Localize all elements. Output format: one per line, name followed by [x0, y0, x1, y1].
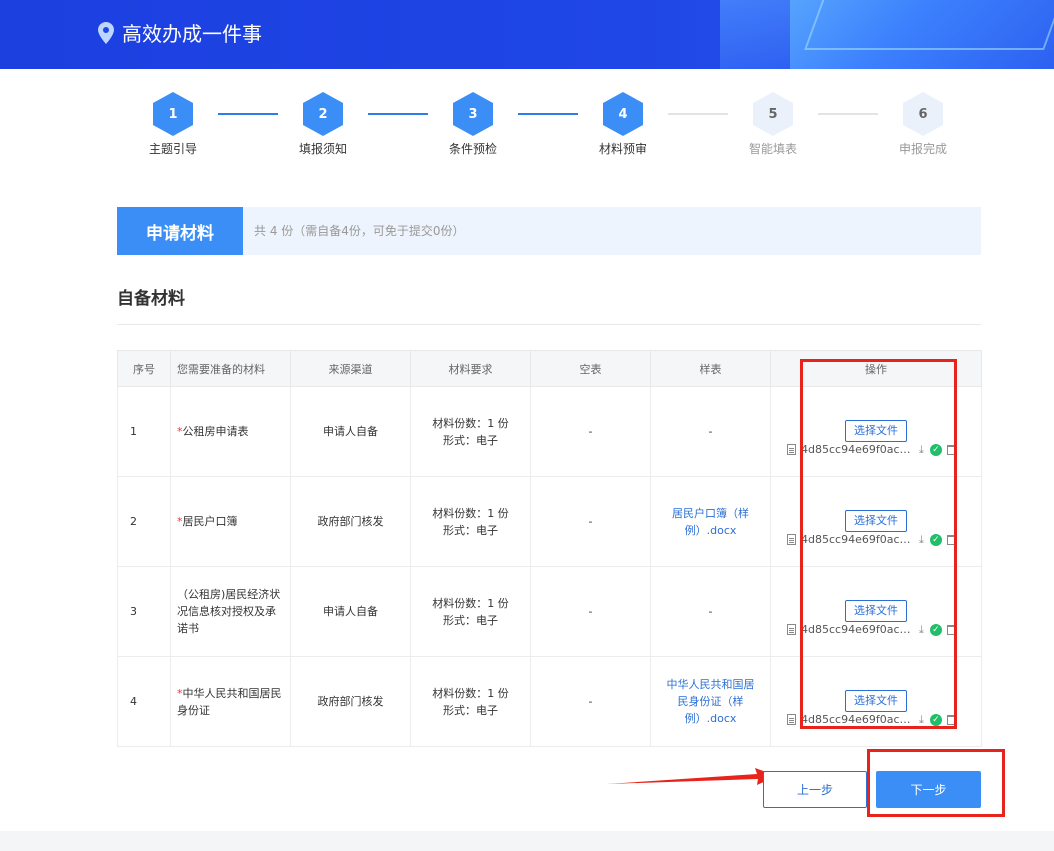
material-requirement: 材料份数：1 份形式：电子 [410, 476, 531, 567]
material-name: *居民户口簿 [170, 476, 291, 567]
req-form: 形式：电子 [443, 523, 498, 537]
material-requirement: 材料份数：1 份形式：电子 [410, 566, 531, 657]
step-number: 1 [153, 92, 193, 136]
material-name: *公租房申请表 [170, 386, 291, 477]
step-number: 5 [753, 92, 793, 136]
row-no: 1 [117, 386, 171, 477]
step-number: 2 [303, 92, 343, 136]
document-icon [787, 534, 796, 545]
step-3: 3 条件预检 [433, 92, 513, 157]
step-label: 申报完成 [898, 142, 947, 156]
footer [0, 831, 1054, 851]
step-label: 条件预检 [448, 142, 497, 156]
step-connector [668, 113, 728, 115]
step-connector [818, 113, 878, 115]
col-header-no: 序号 [117, 350, 171, 387]
req-count: 材料份数：1 份 [432, 686, 509, 700]
header-decoration [720, 0, 790, 69]
step-connector [368, 113, 428, 115]
step-number: 3 [453, 92, 493, 136]
source-channel: 政府部门核发 [290, 656, 411, 747]
materials-summary: 共 4 份（需自备4份，可免于提交0份） [254, 224, 465, 238]
req-form: 形式：电子 [443, 703, 498, 717]
sample-form: - [650, 386, 771, 477]
row-no: 3 [117, 566, 171, 657]
apply-materials-bar: 申请材料 共 4 份（需自备4份，可免于提交0份） [117, 207, 981, 255]
source-channel: 政府部门核发 [290, 476, 411, 567]
material-name-text: 中华人民共和国居民身份证 [177, 686, 282, 717]
step-2: 2 填报须知 [283, 92, 363, 157]
source-channel: 申请人自备 [290, 386, 411, 477]
col-header-source: 来源渠道 [290, 350, 411, 387]
req-count: 材料份数：1 份 [432, 416, 509, 430]
step-label: 材料预审 [598, 142, 647, 156]
req-form: 形式：电子 [443, 613, 498, 627]
col-header-material: 您需要准备的材料 [170, 350, 291, 387]
sample-form-link[interactable]: 居民户口簿（样例）.docx [650, 476, 771, 567]
blank-form: - [530, 476, 651, 567]
step-connector [218, 113, 278, 115]
step-1: 1 主题引导 [133, 92, 213, 157]
req-count: 材料份数：1 份 [432, 596, 509, 610]
page-header: 高效办成一件事 [0, 0, 1054, 69]
step-4: 4 材料预审 [583, 92, 663, 157]
step-5: 5 智能填表 [733, 92, 813, 157]
material-name-text: 居民户口簿 [182, 515, 238, 528]
step-label: 智能填表 [748, 142, 797, 156]
section-title: 自备材料 [117, 289, 185, 309]
step-number: 6 [903, 92, 943, 136]
material-name: （公租房)居民经济状况信息核对授权及承诺书 [170, 566, 291, 657]
col-header-blank: 空表 [530, 350, 651, 387]
material-requirement: 材料份数：1 份形式：电子 [410, 386, 531, 477]
col-header-sample: 样表 [650, 350, 771, 387]
material-requirement: 材料份数：1 份形式：电子 [410, 656, 531, 747]
page-title: 高效办成一件事 [122, 22, 262, 46]
document-icon [787, 444, 796, 455]
blank-form: - [530, 566, 651, 657]
annotation-arrow-icon [607, 768, 777, 785]
sample-form-link[interactable]: 中华人民共和国居民身份证（样例）.docx [650, 656, 771, 747]
row-no: 2 [117, 476, 171, 567]
material-name-text: 公租房申请表 [182, 425, 249, 438]
annotation-highlight-box [800, 359, 957, 729]
material-name-text: （公租房)居民经济状况信息核对授权及承诺书 [177, 588, 281, 635]
header-decoration [804, 0, 1054, 50]
document-icon [787, 624, 796, 635]
source-channel: 申请人自备 [290, 566, 411, 657]
sample-form: - [650, 566, 771, 657]
tab-apply-materials[interactable]: 申请材料 [117, 207, 243, 255]
row-no: 4 [117, 656, 171, 747]
step-connector [518, 113, 578, 115]
step-number: 4 [603, 92, 643, 136]
req-count: 材料份数：1 份 [432, 506, 509, 520]
step-label: 主题引导 [148, 142, 197, 156]
location-pin-icon [98, 21, 114, 44]
section-divider [117, 324, 981, 325]
step-label: 填报须知 [298, 142, 347, 156]
material-name: *中华人民共和国居民身份证 [170, 656, 291, 747]
col-header-requirement: 材料要求 [410, 350, 531, 387]
req-form: 形式：电子 [443, 433, 498, 447]
prev-step-button[interactable]: 上一步 [763, 771, 867, 808]
blank-form: - [530, 656, 651, 747]
document-icon [787, 714, 796, 725]
step-6: 6 申报完成 [883, 92, 963, 157]
progress-steps: 1 主题引导 2 填报须知 3 条件预检 4 材料预审 5 智能填表 6 申报完… [0, 92, 1054, 162]
annotation-highlight-box [867, 749, 1005, 817]
blank-form: - [530, 386, 651, 477]
